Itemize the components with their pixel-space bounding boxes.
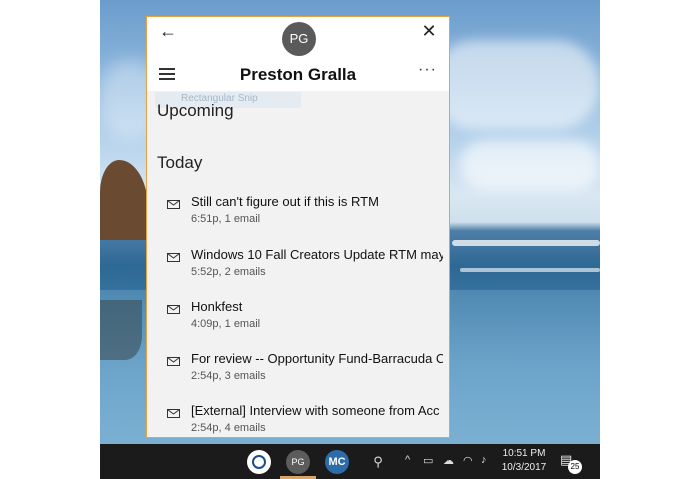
battery-icon[interactable]: ▭ [423, 454, 433, 467]
email-item[interactable]: [External] Interview with someone from A… [147, 403, 449, 437]
wallpaper-surf [460, 268, 600, 272]
wifi-icon[interactable]: ◠ [463, 454, 473, 467]
wallpaper-rock [100, 160, 148, 240]
email-subject: Still can't figure out if this is RTM [191, 194, 379, 209]
taskbar-mc-button[interactable]: MC [325, 450, 349, 474]
section-upcoming-heading: Upcoming [157, 101, 234, 120]
email-meta: 2:54p, 3 emails [191, 370, 266, 382]
email-meta: 5:52p, 2 emails [191, 266, 266, 278]
email-subject: Windows 10 Fall Creators Update RTM may [191, 247, 443, 262]
email-item[interactable]: For review -- Opportunity Fund-Barracuda… [147, 351, 449, 401]
email-subject: [External] Interview with someone from A… [191, 403, 440, 418]
onedrive-icon[interactable]: ☁ [443, 454, 454, 467]
email-meta: 6:51p, 1 email [191, 213, 261, 225]
email-item[interactable]: Honkfest 4:09p, 1 email [147, 299, 449, 349]
mail-icon [167, 200, 180, 209]
email-item[interactable]: Still can't figure out if this is RTM 6:… [147, 194, 449, 244]
email-meta: 4:09p, 1 email [191, 318, 261, 330]
email-meta: 2:54p, 4 emails [191, 422, 266, 434]
email-item[interactable]: Windows 10 Fall Creators Update RTM may … [147, 247, 449, 297]
email-subject: For review -- Opportunity Fund-Barracuda… [191, 351, 443, 366]
mail-icon [167, 357, 180, 366]
mail-icon [167, 409, 180, 418]
taskbar-clock[interactable]: 10:51 PM 10/3/2017 [498, 447, 550, 475]
flyout-header: ← PG ✕ Preston Gralla ··· [147, 17, 449, 91]
taskbar: PG MC ⚲ ^ ▭ ☁ ◠ ♪ 10:51 PM 10/3/2017 ▤ 2… [100, 444, 600, 479]
wallpaper-surf [452, 240, 600, 246]
email-subject: Honkfest [191, 299, 243, 314]
mail-icon [167, 305, 180, 314]
wallpaper-rock-reflection [100, 300, 142, 360]
clock-date: 10/3/2017 [501, 462, 547, 473]
chevron-up-icon[interactable]: ^ [405, 454, 410, 466]
clock-time: 10:51 PM [502, 448, 546, 459]
mail-flyout-window: ← PG ✕ Preston Gralla ··· Rectangular Sn… [146, 16, 450, 438]
account-name-title: Preston Gralla [239, 65, 357, 84]
cortana-icon[interactable] [247, 450, 271, 474]
avatar[interactable]: PG [282, 22, 316, 56]
section-today-heading: Today [157, 153, 203, 172]
volume-icon[interactable]: ♪ [481, 454, 487, 466]
notification-count-badge: 25 [568, 460, 582, 474]
back-arrow-icon[interactable]: ← [159, 21, 179, 41]
more-options-icon[interactable]: ··· [418, 61, 437, 79]
people-icon[interactable]: ⚲ [366, 450, 390, 474]
mail-icon [167, 253, 180, 262]
close-icon[interactable]: ✕ [419, 21, 439, 41]
wallpaper-cloud [460, 140, 600, 190]
taskbar-pg-button[interactable]: PG [286, 450, 310, 474]
wallpaper-cloud [430, 40, 600, 130]
